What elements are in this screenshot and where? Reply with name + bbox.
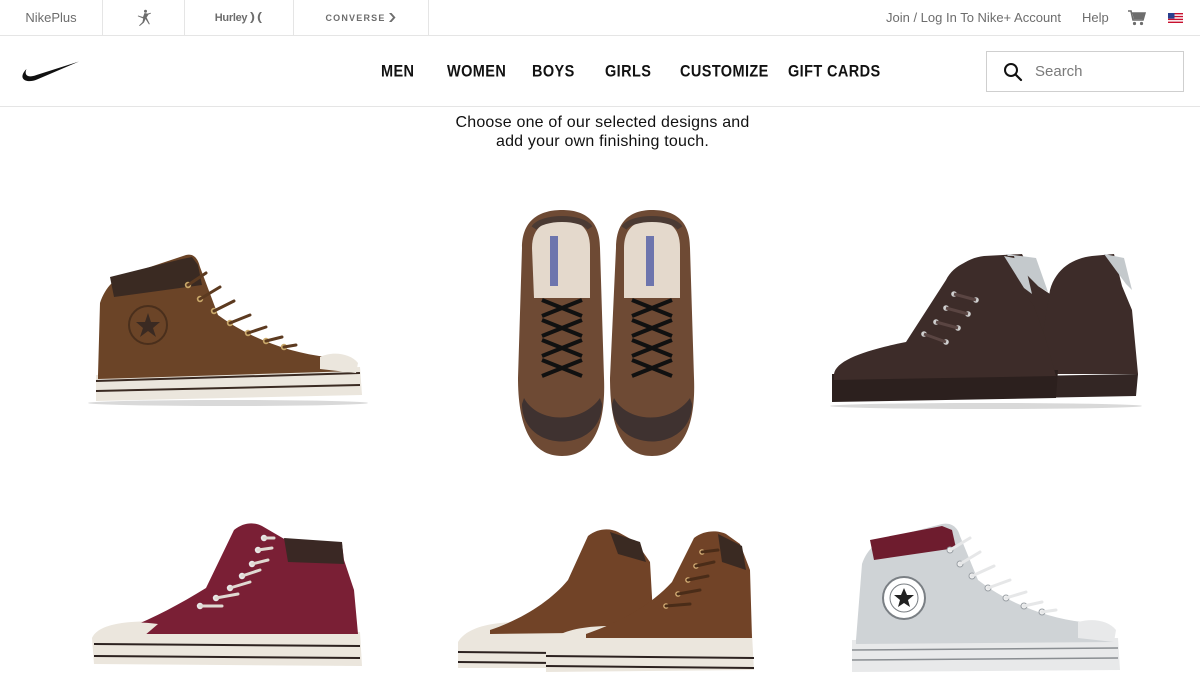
intro-line-2: add your own finishing touch. [495,133,710,150]
dark-brown-sneaker-pair-image [830,254,1142,409]
right-shoe-top-view [610,210,695,456]
search-box[interactable] [986,51,1184,92]
search-input[interactable] [1035,63,1175,80]
converse-logo: CONVERSE [325,12,386,23]
jordan-jumpman-icon [137,9,151,26]
hurley-logo: Hurley [214,11,248,24]
grey-sneaker-image [851,523,1120,672]
nav-women[interactable]: WOMEN [447,32,506,112]
product-tile-5[interactable] [450,522,760,682]
cart-button[interactable] [1128,0,1146,35]
product-tile-2[interactable] [512,208,698,462]
product-tile-6[interactable] [846,520,1126,682]
jordan-brand-link[interactable] [103,0,185,35]
left-shoe-top-view [518,210,605,456]
top-utility-bar: NikePlus Hurley CONVERSE Join / Log In T… [0,0,1200,36]
nav-gift-cards[interactable]: GIFT CARDS [788,32,881,112]
brown-sneaker-image [88,254,368,406]
brown-sneaker-pair-image [457,529,755,672]
hurley-brand-link[interactable]: Hurley [185,0,294,35]
brown-sneaker-pair-top-image [518,210,695,456]
intro-text: Choose one of our selected designs and a… [300,113,905,151]
burgundy-sneaker-image [92,523,362,666]
nav-customize[interactable]: CUSTOMIZE [680,32,769,112]
help-link[interactable]: Help [1082,0,1109,35]
us-flag-icon [1168,12,1183,23]
converse-brand-link[interactable]: CONVERSE [294,0,429,35]
nike-swoosh-logo [22,61,80,82]
hurley-logo-mark [250,12,263,23]
shopping-cart-icon [1128,9,1146,25]
nav-boys[interactable]: BOYS [532,32,575,112]
product-tile-4[interactable] [88,520,373,680]
nikeplus-link[interactable]: NikePlus [0,0,103,35]
intro-line-1: Choose one of our selected designs and [455,114,750,131]
near-shoe [832,256,1058,402]
converse-chevron-icon [388,13,396,22]
main-navigation: MEN WOMEN BOYS GIRLS CUSTOMIZE GIFT CARD… [0,36,1200,107]
nav-men[interactable]: MEN [381,32,414,112]
nav-girls[interactable]: GIRLS [605,32,651,112]
product-tile-3[interactable] [826,250,1144,412]
login-link[interactable]: Join / Log In To Nike+ Account [886,0,1061,35]
locale-selector[interactable] [1168,0,1183,35]
search-icon[interactable] [1003,62,1023,82]
product-tile-1[interactable] [88,245,373,410]
